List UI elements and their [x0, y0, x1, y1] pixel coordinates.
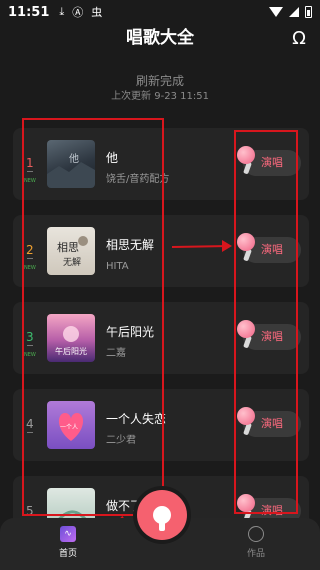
text-a-icon: Ⓐ [72, 6, 84, 19]
page-title: 唱歌大全 [126, 28, 194, 48]
status-system-icons [269, 6, 312, 18]
disc-icon [248, 526, 264, 542]
nav-works-tab[interactable]: 作品 [228, 526, 284, 559]
annotation-arrowhead-sing [222, 240, 232, 252]
waveform-icon: ∿ [60, 526, 76, 542]
status-bar: 11:51 ⤓ Ⓐ 虫 [0, 0, 320, 24]
status-time: 11:51 [8, 4, 50, 20]
download-icon: ⤓ [59, 5, 65, 18]
signal-icon [289, 7, 299, 17]
microphone-icon [153, 506, 171, 531]
app-header: 唱歌大全 Ω [0, 24, 320, 52]
last-update-text: 上次更新 9-23 11:51 [111, 91, 209, 102]
headphone-icon[interactable]: Ω [288, 27, 310, 49]
nav-home-tab[interactable]: ∿ 首页 [40, 526, 96, 559]
wifi-icon [269, 7, 283, 17]
status-notification-icons: ⤓ Ⓐ 虫 [59, 4, 102, 20]
refresh-status: 刷新完成 上次更新 9-23 11:51 [0, 72, 320, 104]
bug-icon: 虫 [91, 6, 103, 19]
nav-works-label: 作品 [246, 549, 265, 559]
refresh-complete-text: 刷新完成 [135, 74, 184, 88]
annotation-box-song-list [22, 118, 164, 516]
nav-home-label: 首页 [58, 549, 77, 559]
annotation-box-sing-buttons [234, 130, 298, 514]
record-mic-button[interactable] [137, 490, 187, 540]
battery-icon [305, 6, 312, 18]
